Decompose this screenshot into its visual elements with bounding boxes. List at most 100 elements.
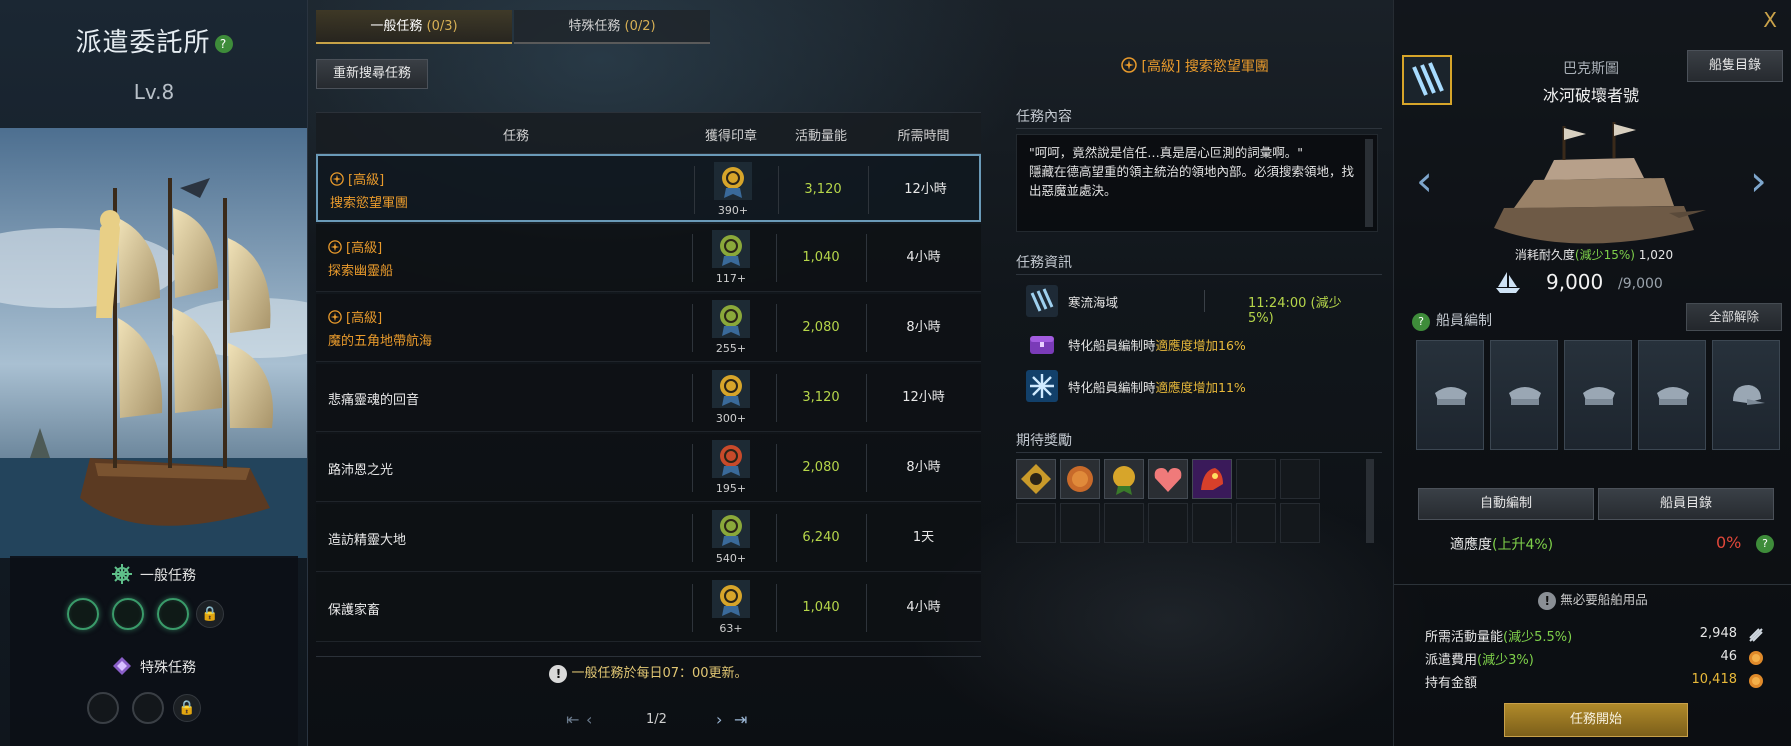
adaptability-value: 0%: [1716, 533, 1742, 552]
next-ship-arrow-icon[interactable]: ›: [1750, 156, 1767, 205]
task-row[interactable]: 造訪精靈大地 540+ 6,240 1天: [316, 504, 981, 572]
normal-task-slot[interactable]: [157, 598, 189, 630]
task-title: 探索幽靈船: [328, 264, 394, 279]
task-row[interactable]: 保護家畜 63+ 1,040 4小時: [316, 574, 981, 642]
next-page-button[interactable]: ›: [716, 710, 722, 729]
advanced-grade-icon: [330, 171, 344, 186]
description-scrollbar[interactable]: [1365, 139, 1373, 227]
divider: [692, 444, 693, 492]
seal-medal-icon: [712, 370, 750, 408]
divider: [1016, 274, 1382, 275]
task-row[interactable]: 悲痛靈魂的回音 300+ 3,120 12小時: [316, 364, 981, 432]
task-grade: [高級]: [348, 173, 385, 188]
advanced-grade-icon: [1121, 57, 1137, 77]
refresh-tasks-button[interactable]: 重新搜尋任務: [316, 59, 428, 89]
gold-emblem-icon: [1021, 464, 1051, 494]
crew-list-button[interactable]: 船員目錄: [1598, 488, 1774, 520]
reward-item[interactable]: [1016, 459, 1056, 499]
time-value: 4小時: [906, 600, 941, 615]
start-task-button[interactable]: 任務開始: [1504, 703, 1688, 737]
reward-item[interactable]: [1148, 459, 1188, 499]
divider: [692, 374, 693, 422]
adaptability-label: 適應度(上升4%): [1450, 537, 1554, 553]
close-icon[interactable]: X: [1763, 8, 1777, 32]
help-icon[interactable]: ?: [214, 35, 233, 53]
normal-task-slot[interactable]: [112, 598, 144, 630]
task-row[interactable]: 路沛恩之光 195+ 2,080 8小時: [316, 434, 981, 502]
crew-slot[interactable]: [1638, 340, 1706, 450]
crew-slot[interactable]: [1712, 340, 1780, 450]
lock-icon: 🔒: [173, 694, 201, 722]
gold-coin-icon: [1749, 651, 1763, 665]
time-value: 12小時: [904, 182, 947, 197]
ship-panel: X 巴克斯圖 冰河破壞者號 船隻目錄 ‹ › 消耗耐久度(減少15%) 1,02…: [1393, 0, 1791, 746]
help-icon[interactable]: ?: [1412, 313, 1430, 331]
cost-owned: 持有金額 10,418: [1425, 672, 1765, 692]
prev-ship-arrow-icon[interactable]: ‹: [1416, 156, 1433, 205]
cost-dispatch: 派遣費用(減少3%) 46: [1425, 649, 1765, 669]
task-row[interactable]: [高級] 搜索慾望軍團 390+ 3,120 12小時: [316, 154, 981, 222]
ship-list-button[interactable]: 船隻目錄: [1687, 50, 1783, 82]
reward-item[interactable]: [1192, 459, 1232, 499]
page-indicator: 1/2: [646, 712, 667, 727]
task-title: 搜索慾望軍團: [330, 196, 409, 211]
special-task-slot[interactable]: [87, 692, 119, 724]
task-row[interactable]: [高級] 探索幽靈船 117+ 1,040 4小時: [316, 224, 981, 292]
window-title: 派遣委託所?: [0, 22, 307, 59]
wheel-icon: [112, 564, 132, 588]
snowflake-icon: [1026, 370, 1058, 402]
tab-special-tasks[interactable]: 特殊任務 (0/2): [514, 10, 710, 44]
durability-max: /9,000: [1618, 276, 1663, 292]
special-task-slot[interactable]: [132, 692, 164, 724]
tab-normal-tasks[interactable]: 一般任務 (0/3): [316, 10, 512, 44]
crew-slot[interactable]: [1490, 340, 1558, 450]
auto-assign-button[interactable]: 自動編制: [1418, 488, 1594, 520]
task-row[interactable]: [高級] 魔的五角地帶航海 255+ 2,080 8小時: [316, 294, 981, 362]
divider: [692, 584, 693, 632]
info-bonus-text: 特化船員編制時適應度增加16%: [1068, 338, 1246, 353]
time-value: 12小時: [902, 390, 945, 405]
sailor-hat-icon: [1583, 387, 1615, 405]
crew-slot[interactable]: [1416, 340, 1484, 450]
left-task-slots: 一般任務 🔒 特殊任務 🔒: [10, 556, 298, 746]
energy-value: 2,080: [802, 320, 840, 335]
advanced-grade-icon: [328, 239, 342, 254]
seal-value: 195+: [715, 482, 747, 495]
reward-slot: [1104, 503, 1144, 543]
release-all-button[interactable]: 全部解除: [1686, 303, 1782, 331]
coin-icon: [1067, 466, 1093, 492]
cost-energy: 所需活動量能(減少5.5%) 2,948: [1425, 626, 1765, 646]
left-panel: 派遣委託所? Lv.8 一般任務 🔒 特殊任務 🔒: [0, 0, 308, 746]
info-row-bonus: 特化船員編制時適應度增加16%: [1016, 325, 1366, 363]
divider: [692, 514, 693, 562]
crew-section-title: ? 船員編制: [1412, 310, 1492, 331]
energy-value: 6,240: [802, 530, 840, 545]
prev-page-button[interactable]: ‹: [586, 710, 592, 729]
task-name: 悲痛靈魂的回音: [328, 364, 628, 432]
first-page-button[interactable]: ⇤: [566, 710, 579, 729]
task-grade: [高級]: [346, 311, 383, 326]
header-task: 任務: [502, 129, 529, 144]
detail-title: [高級] 搜索慾望軍團: [1000, 56, 1390, 77]
rewards-scrollbar[interactable]: [1366, 459, 1374, 543]
normal-task-slot[interactable]: [67, 598, 99, 630]
reward-item[interactable]: [1060, 459, 1100, 499]
energy-value: 2,080: [802, 460, 840, 475]
reward-slot: [1016, 503, 1056, 543]
task-title: 造訪精靈大地: [328, 532, 407, 548]
special-task-header: 特殊任務: [10, 656, 298, 680]
ice-claw-icon: [1026, 285, 1058, 317]
pagination: ⇤ ‹ 1/2 › ⇥: [560, 710, 760, 734]
ship-icon: [1496, 272, 1520, 293]
info-time-text: 11:24:00 (減少5%): [1248, 296, 1342, 326]
crew-slot[interactable]: [1564, 340, 1632, 450]
reward-item[interactable]: [1104, 459, 1144, 499]
help-icon[interactable]: ?: [1756, 535, 1774, 553]
sailor-hat-icon: [1509, 387, 1541, 405]
time-value: 8小時: [906, 460, 941, 475]
reward-slot: [1236, 459, 1276, 499]
last-page-button[interactable]: ⇥: [734, 710, 747, 729]
ship-type-icon: [1402, 55, 1452, 105]
task-name: [高級] 魔的五角地帶航海: [328, 294, 628, 362]
task-detail-panel: [高級] 搜索慾望軍團 任務內容 "呵呵，竟然說是信任…真是居心叵測的詞彙啊。"…: [1000, 52, 1390, 742]
